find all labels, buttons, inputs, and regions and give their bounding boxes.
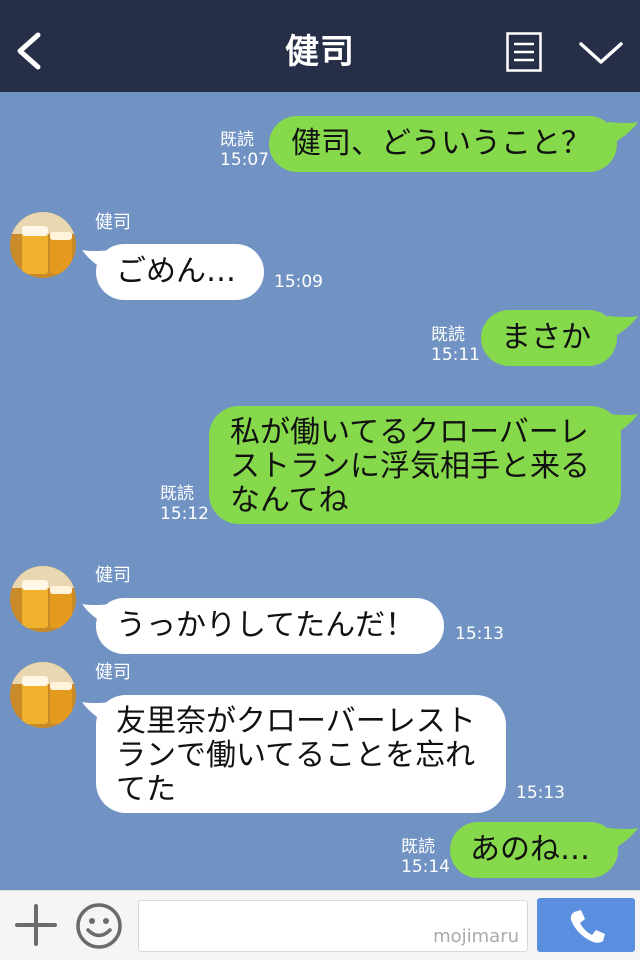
message-time: 15:14	[401, 857, 450, 877]
message-meta: 既読 15:11	[431, 325, 480, 365]
chat-header: 健司	[0, 0, 640, 92]
message-input[interactable]: mojimaru	[138, 900, 528, 952]
message-time: 15:13	[516, 783, 565, 803]
message-bubble-outgoing[interactable]: まさか	[481, 310, 617, 366]
message-text: うっかりしてたんだ！	[116, 608, 416, 643]
avatar[interactable]	[10, 212, 76, 278]
message-text-line: ストランに浮気相手と来る	[230, 449, 590, 484]
message-bubble-incoming[interactable]: 友里奈がクローバーレスト ランで働いてることを忘れ てた	[96, 695, 506, 813]
read-receipt: 既読	[431, 325, 465, 345]
read-receipt: 既読	[160, 484, 194, 504]
message-time: 15:12	[160, 504, 209, 524]
avatar[interactable]	[10, 566, 76, 632]
message-text: 健司、どういうこと？	[291, 126, 591, 161]
message-bubble-outgoing[interactable]: 健司、どういうこと？	[269, 116, 617, 172]
input-bar: mojimaru	[0, 890, 640, 960]
note-menu-icon[interactable]	[506, 32, 542, 72]
avatar[interactable]	[10, 662, 76, 728]
message-time: 15:07	[220, 150, 269, 170]
chat-title: 健司	[285, 32, 355, 72]
message-text-line: 私が働いてるクローバーレ	[230, 415, 589, 450]
message-text-line: ランで働いてることを忘れ	[116, 738, 476, 773]
watermark-text: mojimaru	[433, 926, 519, 947]
message-bubble-incoming[interactable]: ごめん…	[96, 244, 264, 300]
message-bubble-incoming[interactable]: うっかりしてたんだ！	[96, 598, 444, 654]
call-button[interactable]	[537, 898, 635, 952]
chevron-down-icon[interactable]	[578, 38, 624, 68]
message-text: ごめん…	[116, 254, 236, 289]
read-receipt: 既読	[401, 837, 435, 857]
chat-area[interactable]: 既読 15:07 健司、どういうこと？ 健司 ごめん… 15:09 既読 15:…	[0, 92, 640, 890]
message-time: 15:11	[431, 345, 480, 365]
read-receipt: 既読	[220, 130, 254, 150]
message-bubble-outgoing[interactable]: あのね…	[450, 822, 618, 878]
message-meta: 既読 15:07	[220, 130, 269, 170]
message-meta: 既読 15:12	[160, 484, 209, 524]
phone-icon	[570, 910, 605, 943]
plus-icon[interactable]	[14, 903, 58, 947]
message-text-line: 友里奈がクローバーレスト	[116, 704, 476, 739]
message-text: あのね…	[470, 832, 590, 867]
message-bubble-outgoing[interactable]: 私が働いてるクローバーレ ストランに浮気相手と来る なんてね	[209, 406, 621, 524]
message-time: 15:09	[274, 272, 323, 292]
message-text-line: てた	[116, 772, 176, 807]
message-meta: 既読 15:14	[401, 837, 450, 877]
sender-name: 健司	[95, 662, 131, 683]
message-text-line: なんてね	[230, 483, 349, 518]
smiley-icon[interactable]	[74, 901, 124, 951]
sender-name: 健司	[95, 565, 131, 586]
message-time: 15:13	[455, 624, 504, 644]
sender-name: 健司	[95, 212, 131, 233]
message-text: まさか	[501, 320, 591, 355]
